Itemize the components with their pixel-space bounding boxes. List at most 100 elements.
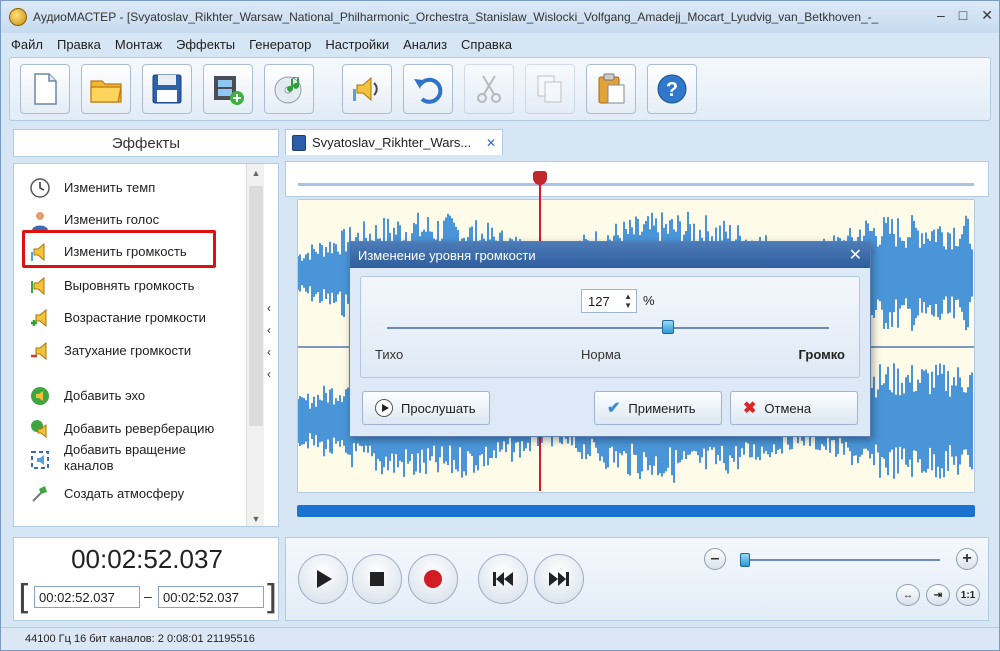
listen-button-label: Прослушать	[401, 400, 476, 416]
cd-import-button[interactable]	[264, 64, 314, 114]
fit-waveform-button[interactable]: ↔	[896, 584, 920, 606]
timeline-track	[298, 183, 974, 186]
effect-add-echo[interactable]: Добавить эхо	[28, 384, 145, 408]
add-video-button[interactable]	[203, 64, 253, 114]
effect-fade-in[interactable]: Возрастание громкости	[28, 306, 206, 330]
effect-label: Добавить вращение каналов	[64, 442, 186, 473]
window-title: АудиоМАСТЕР - [Svyatoslav_Rikhter_Warsaw…	[33, 10, 879, 24]
bracket-close: ]	[264, 578, 278, 618]
volume-slider-track[interactable]	[387, 327, 829, 329]
film-add-icon	[214, 76, 244, 105]
selection-end-field[interactable]: 00:02:52.037	[158, 586, 264, 608]
paste-button[interactable]	[586, 64, 636, 114]
document-tab-label: Svyatoslav_Rikhter_Wars...	[312, 135, 472, 150]
effect-create-atmosphere[interactable]: Создать атмосферу	[28, 482, 184, 506]
menu-montage[interactable]: Монтаж	[115, 37, 162, 52]
play-circle-icon	[375, 399, 393, 417]
play-button[interactable]	[298, 554, 348, 604]
undo-button[interactable]	[403, 64, 453, 114]
timeline-ruler[interactable]	[285, 161, 989, 197]
fit-selection-button[interactable]: ⇥	[926, 584, 950, 606]
label-loud: Громко	[798, 347, 845, 362]
save-file-button[interactable]	[142, 64, 192, 114]
current-time: 00:02:52.037	[71, 544, 223, 574]
volume-button[interactable]	[342, 64, 392, 114]
help-button[interactable]: ?	[647, 64, 697, 114]
tab-close-icon[interactable]: ✕	[486, 136, 496, 150]
effect-label: Добавить эхо	[64, 388, 146, 403]
menu-analysis[interactable]: Анализ	[403, 37, 447, 52]
play-icon	[317, 570, 332, 588]
menu-file[interactable]: Файл	[11, 37, 43, 52]
stop-button[interactable]	[352, 554, 402, 604]
listen-button[interactable]: Прослушать	[362, 391, 490, 425]
spin-down-icon[interactable]: ▼	[624, 301, 632, 310]
stop-icon	[370, 572, 384, 586]
horizontal-scrollbar[interactable]	[297, 505, 975, 517]
zoom-slider-track[interactable]	[740, 559, 940, 561]
maximize-button[interactable]: □	[959, 7, 967, 24]
zoom-in-button[interactable]: +	[956, 548, 978, 570]
dialog-close-icon[interactable]: ✕	[849, 245, 862, 265]
effect-fade-out[interactable]: Затухание громкости	[28, 339, 191, 363]
skip-forward-icon	[549, 572, 569, 586]
effect-change-tempo[interactable]: Изменить темп	[28, 176, 155, 200]
selection-highlight	[22, 230, 216, 268]
status-bar: 44100 Гц 16 бит каналов: 2 0:08:01 21195…	[1, 627, 999, 650]
record-button[interactable]	[408, 554, 458, 604]
cut-button[interactable]	[464, 64, 514, 114]
minimize-button[interactable]: –	[937, 7, 945, 24]
zoom-slider-thumb[interactable]	[740, 553, 750, 567]
volume-value: 127	[588, 293, 610, 309]
chevron-left-icon: ‹	[267, 301, 271, 315]
effect-normalize-volume[interactable]: Выровнять громкость	[28, 274, 194, 298]
record-icon	[424, 570, 442, 588]
effect-label: Добавить реверберацию	[64, 421, 215, 436]
open-file-button[interactable]	[81, 64, 131, 114]
echo-icon	[28, 384, 52, 408]
selection-start-field[interactable]: 00:02:52.037	[34, 586, 140, 608]
close-button[interactable]: ✕	[981, 7, 993, 24]
effects-panel-header: Эффекты	[13, 129, 279, 157]
floppy-icon	[152, 74, 182, 104]
effect-change-voice[interactable]: Изменить голос	[28, 208, 159, 232]
document-tab[interactable]: Svyatoslav_Rikhter_Wars... ✕	[285, 129, 503, 155]
apply-button[interactable]: ✔ Применить	[594, 391, 722, 425]
time-panel: 00:02:52.037 [ 00:02:52.037 – 00:02:52.0…	[13, 537, 279, 621]
fast-forward-button[interactable]	[534, 554, 584, 604]
copy-button[interactable]	[525, 64, 575, 114]
cancel-button[interactable]: ✖ Отмена	[730, 391, 858, 425]
zoom-out-button[interactable]: –	[704, 548, 726, 570]
scroll-thumb[interactable]	[249, 186, 263, 426]
volume-percent-input[interactable]: 127 ▲ ▼	[581, 289, 637, 313]
volume-settings-panel: 127 ▲ ▼ % Тихо Норма Громко	[360, 276, 860, 378]
zoom-one-to-one-button[interactable]: 1:1	[956, 584, 980, 606]
effect-label: Изменить темп	[64, 180, 156, 195]
effects-scrollbar[interactable]: ▲ ▼	[246, 164, 265, 526]
svg-text:?: ?	[666, 79, 678, 101]
apply-button-label: Применить	[628, 400, 696, 416]
effect-add-reverb[interactable]: Добавить реверберацию	[28, 417, 214, 441]
menu-help[interactable]: Справка	[461, 37, 512, 52]
menu-effects[interactable]: Эффекты	[176, 37, 235, 52]
fade-in-icon	[28, 306, 52, 330]
effect-label: Выровнять громкость	[64, 278, 195, 293]
menu-edit[interactable]: Правка	[57, 37, 101, 52]
effect-channel-rotation[interactable]: Добавить вращение каналов	[28, 442, 214, 474]
menu-generator[interactable]: Генератор	[249, 37, 311, 52]
spin-up-icon[interactable]: ▲	[624, 292, 632, 301]
effect-label: Создать атмосферу	[64, 486, 185, 501]
toolbar: ?	[9, 57, 991, 121]
panel-collapse-handle[interactable]: ‹ ‹ ‹ ‹	[267, 301, 271, 381]
scroll-up-icon[interactable]: ▲	[247, 164, 265, 182]
folder-icon	[90, 80, 122, 103]
chevron-left-icon: ‹	[267, 323, 271, 337]
menu-settings[interactable]: Настройки	[325, 37, 389, 52]
cancel-button-label: Отмена	[764, 400, 812, 416]
playhead-handle[interactable]	[533, 171, 547, 185]
new-file-button[interactable]	[20, 64, 70, 114]
scroll-down-icon[interactable]: ▼	[247, 510, 265, 526]
rewind-button[interactable]	[478, 554, 528, 604]
copy-icon	[537, 75, 562, 103]
volume-slider-thumb[interactable]	[661, 320, 674, 334]
